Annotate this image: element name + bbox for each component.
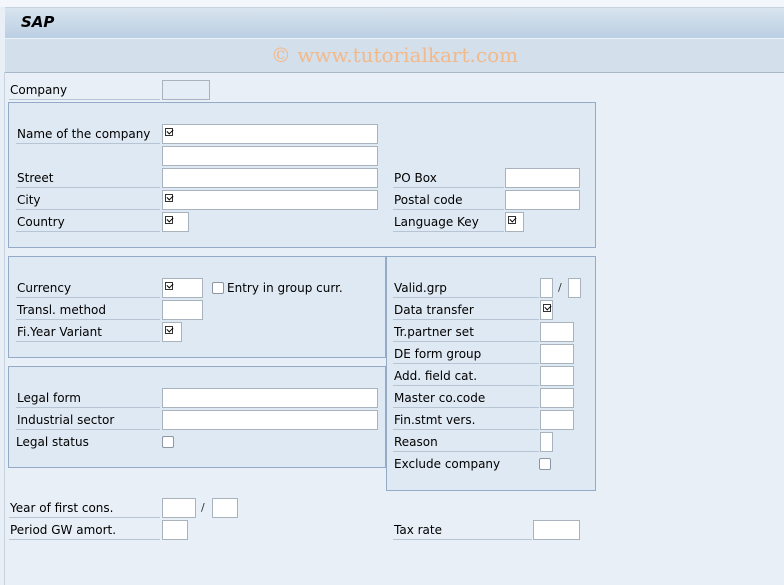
transl-method-label: Transl. method: [16, 301, 160, 320]
country-field[interactable]: [162, 212, 189, 232]
legal-status-label: Legal status: [16, 435, 89, 449]
add-field-cat-field[interactable]: [540, 366, 574, 386]
industrial-sector-label: Industrial sector: [16, 411, 160, 430]
currency-label: Currency: [16, 279, 160, 298]
period-gw-amort-label: Period GW amort.: [9, 521, 160, 540]
name-of-company-field[interactable]: [162, 124, 378, 144]
language-key-field[interactable]: [505, 212, 524, 232]
currency-field[interactable]: [162, 278, 203, 298]
company-label: Company: [9, 81, 160, 100]
legal-status-checkbox[interactable]: [162, 436, 174, 448]
legal-form-field[interactable]: [162, 388, 378, 408]
data-transfer-field[interactable]: [540, 300, 553, 320]
city-field[interactable]: [162, 190, 378, 210]
tr-partner-set-field[interactable]: [540, 322, 574, 342]
name-2-field[interactable]: [162, 146, 378, 166]
year-first-cons-field-1[interactable]: [162, 498, 196, 518]
valid-grp-separator: /: [558, 281, 562, 294]
fi-year-variant-label: Fi.Year Variant: [16, 323, 160, 342]
tax-rate-label: Tax rate: [393, 521, 532, 540]
master-co-code-field[interactable]: [540, 388, 574, 408]
year-first-cons-separator: /: [201, 501, 205, 514]
add-field-cat-label: Add. field cat.: [393, 367, 539, 386]
year-first-cons-field-2[interactable]: [212, 498, 238, 518]
fi-year-variant-field[interactable]: [162, 322, 182, 342]
de-form-group-label: DE form group: [393, 345, 539, 364]
tr-partner-set-label: Tr.partner set: [393, 323, 539, 342]
postal-code-field[interactable]: [505, 190, 580, 210]
exclude-company-label: Exclude company: [394, 457, 501, 471]
toolbar: © www.tutorialkart.com: [5, 38, 784, 73]
transl-method-field[interactable]: [162, 300, 203, 320]
industrial-sector-field[interactable]: [162, 410, 378, 430]
fin-stmt-vers-field[interactable]: [540, 410, 574, 430]
city-label: City: [16, 191, 160, 210]
language-key-label: Language Key: [393, 213, 504, 232]
fin-stmt-vers-label: Fin.stmt vers.: [393, 411, 539, 430]
master-co-code-label: Master co.code: [393, 389, 539, 408]
title-bar: SAP: [5, 7, 784, 39]
left-border: [4, 72, 5, 585]
tax-rate-field[interactable]: [533, 520, 580, 540]
data-transfer-label: Data transfer: [393, 301, 539, 320]
entry-in-group-curr-label: Entry in group curr.: [227, 281, 343, 295]
street-field[interactable]: [162, 168, 378, 188]
company-field[interactable]: [162, 80, 210, 100]
po-box-field[interactable]: [505, 168, 580, 188]
valid-grp-field-1[interactable]: [540, 278, 553, 298]
year-first-cons-label: Year of first cons.: [9, 499, 160, 518]
window-title: SAP: [21, 13, 55, 31]
period-gw-amort-field[interactable]: [162, 520, 188, 540]
valid-grp-field-2[interactable]: [568, 278, 581, 298]
top-strip: [0, 0, 784, 7]
reason-label: Reason: [393, 433, 539, 452]
entry-in-group-curr-checkbox[interactable]: [212, 282, 224, 294]
legal-form-label: Legal form: [16, 389, 160, 408]
country-label: Country: [16, 213, 160, 232]
valid-grp-label: Valid.grp: [393, 279, 539, 298]
exclude-company-checkbox[interactable]: [539, 458, 551, 470]
reason-field[interactable]: [540, 432, 553, 452]
name-of-company-label: Name of the company: [16, 125, 160, 144]
de-form-group-field[interactable]: [540, 344, 574, 364]
po-box-label: PO Box: [393, 169, 504, 188]
postal-code-label: Postal code: [393, 191, 504, 210]
street-label: Street: [16, 169, 160, 188]
watermark: © www.tutorialkart.com: [270, 43, 519, 67]
